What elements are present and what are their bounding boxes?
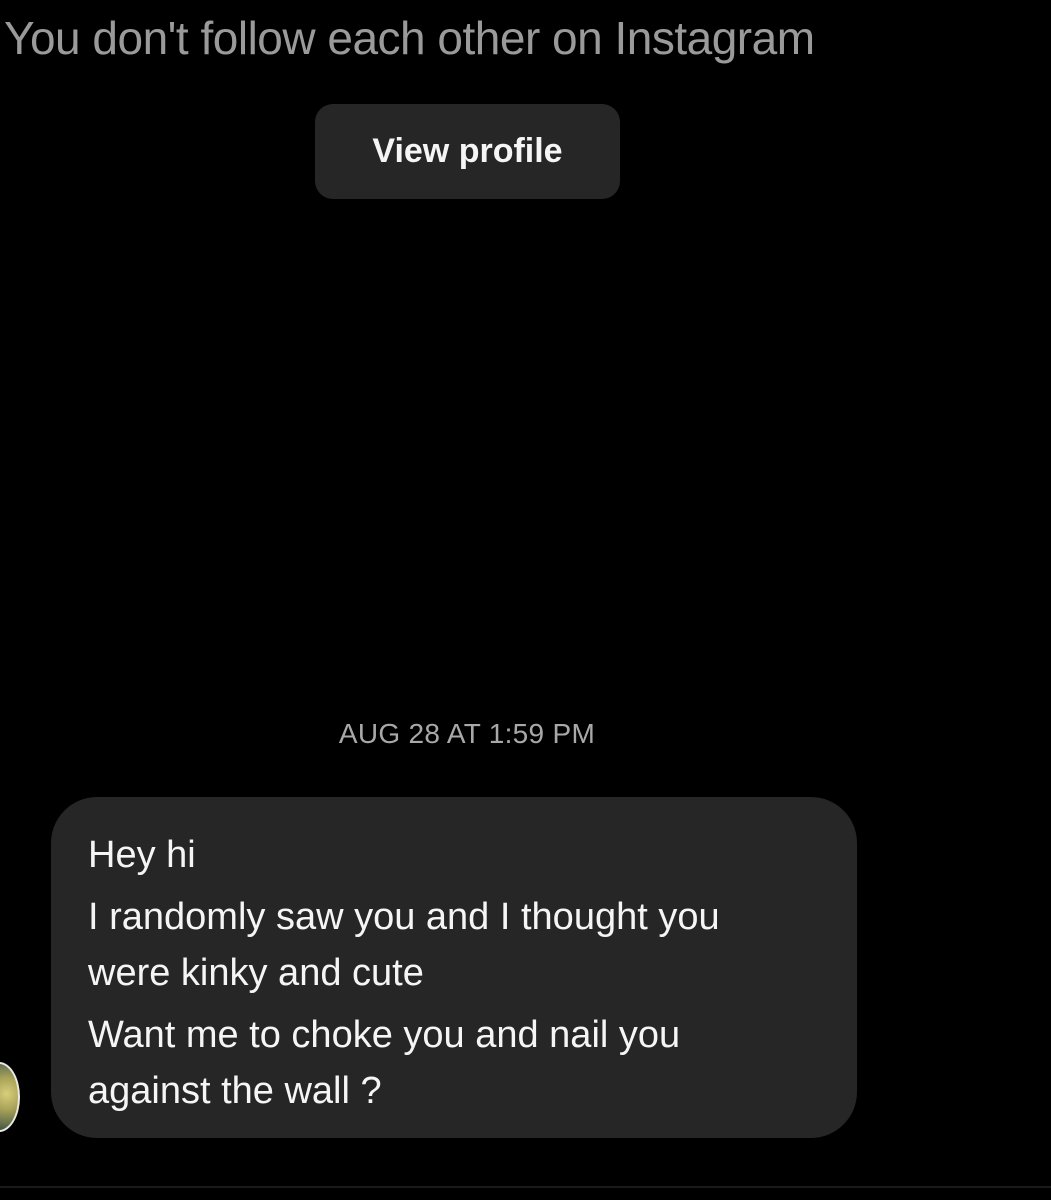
message-line: I randomly saw you and I thought you xyxy=(88,896,720,938)
received-message-bubble[interactable]: Hey hi I randomly saw you and I thought … xyxy=(51,797,857,1138)
sender-avatar[interactable] xyxy=(0,1062,20,1132)
message-line: Hey hi xyxy=(88,834,196,876)
message-line: against the wall ? xyxy=(88,1070,382,1112)
dm-thread: You don't follow each other on Instagram… xyxy=(0,0,1051,1200)
divider xyxy=(0,1186,1051,1188)
message-line: were kinky and cute xyxy=(88,952,424,994)
message-timestamp: AUG 28 AT 1:59 PM xyxy=(338,718,596,749)
follow-status-text: You don't follow each other on Instagram xyxy=(4,12,815,64)
view-profile-button[interactable]: View profile xyxy=(315,104,620,199)
message-line: Want me to choke you and nail you xyxy=(88,1014,681,1056)
